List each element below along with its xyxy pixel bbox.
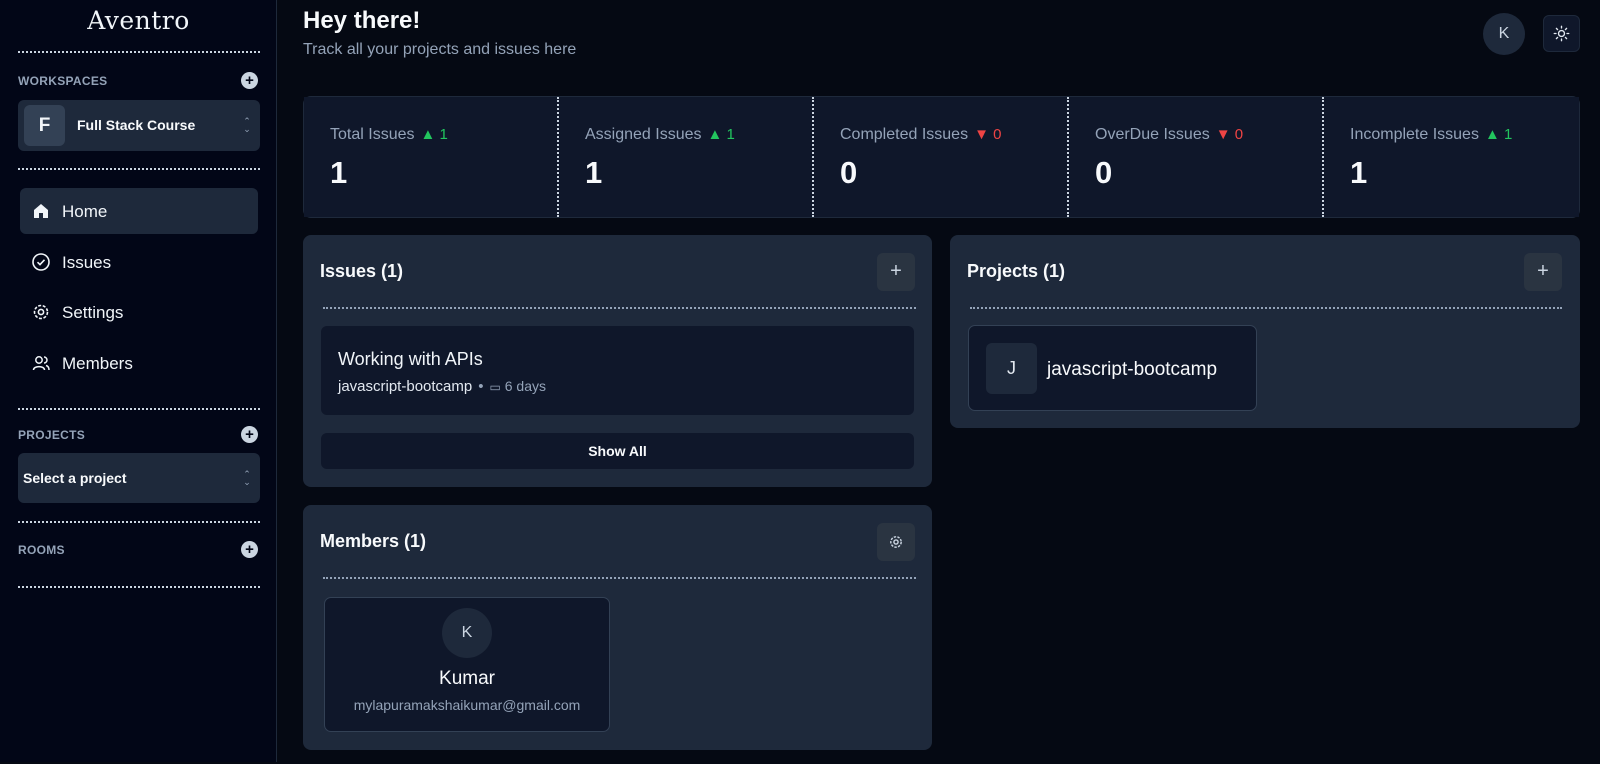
divider — [970, 307, 1562, 309]
divider — [18, 51, 260, 53]
workspace-avatar: F — [24, 105, 65, 146]
stat-value: 0 — [840, 155, 858, 190]
stat-title: Assigned Issues — [585, 126, 702, 143]
issue-due-text: 6 days — [504, 378, 546, 394]
workspace-name: Full Stack Course — [77, 117, 196, 133]
sidebar-item-settings[interactable]: Settings — [20, 289, 258, 335]
issue-due: ▭ 6 days — [490, 378, 546, 394]
stats-panel: Total Issues ▲ 1 1 Assigned Issues ▲ 1 1 C… — [303, 96, 1580, 218]
sidebar-item-members[interactable]: Members — [20, 340, 258, 386]
stat-delta-value: 1 — [1503, 126, 1513, 143]
divider — [18, 168, 260, 170]
triangle-up-icon: ▲ — [1484, 126, 1500, 143]
members-card-title: Members (1) — [320, 531, 427, 551]
stat-value: 1 — [585, 155, 603, 190]
issue-title: Working with APIs — [338, 349, 483, 369]
stat-title: Completed Issues — [840, 126, 969, 143]
stat-delta-up: ▲ 1 — [1485, 126, 1512, 143]
divider — [18, 408, 260, 410]
workspace-switcher[interactable]: F Full Stack Course ⌃ ⌄ — [18, 100, 260, 151]
issues-card-title: Issues (1) — [320, 261, 404, 281]
plus-icon: + — [1537, 260, 1549, 282]
stat-title: Total Issues — [330, 126, 415, 143]
add-issue-button[interactable]: + — [877, 253, 915, 291]
sidebar-item-label: Settings — [62, 303, 124, 322]
stat-title: Incomplete Issues — [1350, 126, 1479, 143]
users-icon — [32, 356, 50, 371]
sidebar-item-label: Home — [62, 202, 108, 221]
sidebar-item-issues[interactable]: Issues — [20, 239, 258, 285]
stat-value: 1 — [330, 155, 348, 190]
divider — [18, 521, 260, 523]
check-circle-icon — [32, 253, 50, 271]
stat-completed-issues: Completed Issues ▼ 0 0 — [814, 97, 1069, 217]
sidebar: Aventro WORKSPACES + F Full Stack Course… — [0, 0, 277, 762]
add-room-icon[interactable]: + — [241, 541, 258, 558]
sun-icon — [1553, 25, 1570, 42]
chevron-up-down-icon: ⌃ ⌄ — [243, 469, 251, 487]
stat-title: OverDue Issues — [1095, 126, 1210, 143]
issue-list-item[interactable]: Working with APIs javascript-bootcamp • ▭ … — [321, 326, 914, 415]
stat-delta-value: 1 — [439, 126, 448, 143]
triangle-down-icon: ▼ — [1215, 126, 1231, 143]
project-avatar: J — [986, 343, 1037, 394]
add-workspace-icon[interactable]: + — [241, 72, 258, 89]
members-card: Members (1) K Kumar mylapuramakshaikumar… — [303, 505, 932, 750]
add-project-icon[interactable]: + — [241, 426, 258, 443]
workspaces-label: WORKSPACES — [18, 74, 108, 88]
stat-overdue-issues: OverDue Issues ▼ 0 0 — [1069, 97, 1324, 217]
stat-value: 1 — [1350, 155, 1368, 190]
stat-delta-up: ▲ 1 — [708, 126, 735, 143]
stat-delta-up: ▲ 1 — [420, 126, 447, 143]
stat-assigned-issues: Assigned Issues ▲ 1 1 — [559, 97, 814, 217]
stat-delta-down: ▼ 0 — [1216, 126, 1243, 143]
sidebar-item-label: Issues — [62, 253, 112, 272]
add-project-button[interactable]: + — [1524, 253, 1562, 291]
page-title: Hey there! — [303, 7, 421, 34]
triangle-down-icon: ▼ — [974, 126, 989, 143]
divider — [18, 586, 260, 588]
triangle-up-icon: ▲ — [420, 126, 436, 143]
projects-card: Projects (1) + J javascript-bootcamp — [950, 235, 1580, 428]
stat-delta-down: ▼ 0 — [974, 126, 1001, 143]
rooms-label: ROOMS — [18, 543, 65, 557]
issue-meta: javascript-bootcamp • ▭ 6 days — [338, 378, 546, 395]
sidebar-item-home[interactable]: Home — [20, 188, 258, 234]
divider — [323, 307, 916, 309]
issues-card: Issues (1) + Working with APIs javascrip… — [303, 235, 932, 487]
stat-delta-value: 1 — [726, 126, 735, 143]
gear-icon — [33, 304, 49, 320]
member-list-item[interactable]: K Kumar mylapuramakshaikumar@gmail.com — [324, 597, 610, 732]
project-select[interactable]: Select a project ⌃ ⌄ — [18, 453, 260, 503]
calendar-icon: ▭ — [489, 380, 501, 394]
member-name: Kumar — [439, 668, 495, 689]
project-name: javascript-bootcamp — [1047, 359, 1218, 380]
gear-icon — [890, 536, 902, 548]
issue-project: javascript-bootcamp — [338, 378, 473, 395]
chevron-up-down-icon: ⌃ ⌄ — [243, 116, 251, 134]
sidebar-item-label: Members — [62, 354, 133, 373]
member-avatar: K — [442, 608, 492, 658]
page-subtitle: Track all your projects and issues here — [303, 41, 577, 58]
theme-toggle-button[interactable] — [1543, 15, 1580, 52]
stat-value: 0 — [1095, 155, 1113, 190]
stat-total-issues: Total Issues ▲ 1 1 — [304, 97, 559, 217]
app-logo[interactable]: Aventro — [0, 6, 277, 35]
bullet-separator: • — [478, 378, 484, 395]
divider — [323, 577, 916, 579]
stat-delta-value: 0 — [993, 126, 1002, 143]
stat-delta-value: 0 — [1234, 126, 1244, 143]
member-settings-button[interactable] — [877, 523, 915, 561]
project-select-placeholder: Select a project — [23, 470, 127, 486]
show-all-button[interactable]: Show All — [321, 433, 914, 469]
projects-card-title: Projects (1) — [967, 261, 1066, 281]
triangle-up-icon: ▲ — [707, 126, 723, 143]
user-avatar[interactable]: K — [1483, 13, 1525, 55]
stat-incomplete-issues: Incomplete Issues ▲ 1 1 — [1324, 97, 1579, 217]
projects-label: PROJECTS — [18, 428, 86, 442]
home-icon — [34, 204, 48, 218]
plus-icon: + — [890, 260, 902, 282]
project-list-item[interactable]: J javascript-bootcamp — [968, 325, 1257, 411]
member-email: mylapuramakshaikumar@gmail.com — [353, 697, 581, 713]
